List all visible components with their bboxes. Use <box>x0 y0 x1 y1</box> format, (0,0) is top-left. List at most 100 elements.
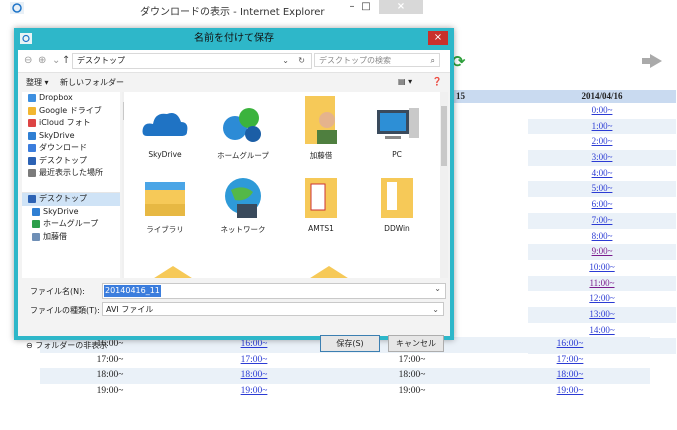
column-header-prev: 15 <box>454 90 530 103</box>
time-slot-link[interactable]: 18:00~ <box>557 370 584 380</box>
organize-button[interactable]: 整理 ▾ <box>26 77 49 88</box>
back-arrow-icon[interactable]: ⊖ <box>24 55 32 66</box>
nav-item[interactable]: 加藤借 <box>22 231 120 244</box>
time-slot-link[interactable]: 1:00~ <box>592 121 613 131</box>
search-input[interactable]: デスクトップの検索 ⌕ <box>314 53 440 67</box>
address-refresh-icon[interactable]: ↻ <box>298 54 305 68</box>
table-row: 19:00~ 19:00~ 19:00~ 19:00~ <box>40 384 650 400</box>
browser-close-button[interactable]: × <box>379 0 423 14</box>
nav-item-label: 最近表示した場所 <box>39 168 103 177</box>
file-view: SkyDrive ホームグループ 加藤借 PC ライブラリ ネットワーク AMT… <box>124 92 444 278</box>
nav-item[interactable]: SkyDrive <box>22 206 120 219</box>
cancel-button[interactable]: キャンセル <box>388 335 444 352</box>
column-header-date: 2014/04/16 <box>528 90 676 103</box>
dialog-close-button[interactable]: × <box>428 31 448 45</box>
table-cell: 19:00~ <box>496 384 644 400</box>
filename-input[interactable]: 20140416_11 ⌄ <box>102 283 446 299</box>
time-slot: 4:00~ <box>528 166 676 182</box>
time-slot-link[interactable]: 14:00~ <box>589 325 614 335</box>
nav-item[interactable]: ダウンロード <box>22 142 120 155</box>
time-slot-link[interactable]: 4:00~ <box>592 168 613 178</box>
refresh-icon[interactable]: ⟳ <box>452 52 465 71</box>
save-button[interactable]: 保存(S) <box>320 335 380 352</box>
view-options-icon[interactable]: ▤ ▾ <box>398 77 412 86</box>
filetype-label: ファイルの種類(T): <box>30 306 100 315</box>
nav-item-icon <box>32 220 40 229</box>
time-slot-link[interactable]: 9:00~ <box>592 246 613 256</box>
file-tile[interactable]: DDWin <box>362 174 432 233</box>
nav-item-label: Google ドライブ <box>39 105 102 115</box>
time-slot: 8:00~ <box>528 229 676 245</box>
forward-arrow-icon[interactable]: ⊕ <box>38 55 46 66</box>
file-tile[interactable]: AMTS1 <box>286 174 356 233</box>
help-icon[interactable]: ❓ <box>432 77 442 86</box>
time-slot-list: 0:00~ 1:00~ 2:00~ 3:00~ 4:00~ 5:00~ 6:00~ 7:00~… <box>528 103 676 354</box>
nav-item[interactable]: ホームグループ <box>22 218 120 231</box>
file-view-scroll-thumb[interactable] <box>441 106 447 166</box>
user-folder-icon <box>305 96 337 144</box>
nav-item[interactable]: Dropbox <box>22 92 120 105</box>
time-slot: 1:00~ <box>528 118 676 135</box>
file-tile[interactable] <box>294 260 364 278</box>
time-slot-link[interactable]: 16:00~ <box>557 339 584 349</box>
time-slot-link[interactable]: 5:00~ <box>592 183 613 193</box>
file-tile[interactable]: PC <box>362 100 432 159</box>
file-tile[interactable]: 加藤借 <box>286 92 356 161</box>
file-label: ライブラリ <box>146 225 184 234</box>
skydrive-icon <box>142 113 188 136</box>
search-icon[interactable]: ⌕ <box>431 54 435 68</box>
time-slot-link[interactable]: 3:00~ <box>592 152 613 162</box>
nav-item[interactable]: SkyDrive <box>22 130 120 143</box>
nav-item[interactable]: デスクトップ <box>22 155 120 168</box>
hide-folders-toggle[interactable]: ⊖ フォルダーの非表示 <box>26 340 107 351</box>
time-slot-link[interactable]: 17:00~ <box>241 355 268 365</box>
time-slot-link[interactable]: 17:00~ <box>557 355 584 365</box>
filetype-dropdown-icon[interactable]: ⌄ <box>432 303 439 317</box>
nav-item[interactable]: iCloud フォト <box>22 117 120 130</box>
recent-dropdown-icon[interactable]: ⌄ <box>52 55 60 66</box>
file-tile[interactable]: ライブラリ <box>130 174 200 235</box>
filetype-select[interactable]: AVI ファイル ⌄ <box>102 302 444 316</box>
table-cell: 18:00~ <box>496 368 644 384</box>
nav-item[interactable]: 最近表示した場所 <box>22 167 120 180</box>
minimize-button[interactable]: – <box>345 1 359 13</box>
time-slot-link[interactable]: 19:00~ <box>557 386 584 396</box>
address-field[interactable]: デスクトップ ⌄ ↻ <box>72 53 312 69</box>
nav-item-icon <box>32 232 40 241</box>
filename-value: 20140416_11 <box>104 285 161 297</box>
address-dropdown-icon[interactable]: ⌄ <box>282 54 289 68</box>
time-slot-link[interactable]: 7:00~ <box>592 215 613 225</box>
nav-item[interactable]: Google ドライブ <box>22 105 120 118</box>
time-slot-link[interactable]: 13:00~ <box>589 309 614 319</box>
time-slot-link[interactable]: 10:00~ <box>589 262 614 272</box>
nav-item-icon <box>28 106 36 115</box>
next-arrow-icon[interactable] <box>642 54 662 68</box>
time-slot-link[interactable]: 19:00~ <box>241 386 268 396</box>
new-folder-button[interactable]: 新しいフォルダー <box>60 77 124 88</box>
file-tile[interactable]: ホームグループ <box>208 100 278 161</box>
table-cell: 19:00~ <box>96 385 124 396</box>
file-tile[interactable]: SkyDrive <box>130 100 200 159</box>
time-slot-link[interactable]: 16:00~ <box>241 339 268 349</box>
nav-item-icon <box>28 119 36 128</box>
file-view-scrollbar[interactable] <box>440 92 448 278</box>
file-label: ネットワーク <box>220 225 266 234</box>
time-slot-link[interactable]: 12:00~ <box>589 293 614 303</box>
filename-dropdown-icon[interactable]: ⌄ <box>434 284 441 293</box>
time-slot-link[interactable]: 2:00~ <box>592 136 613 146</box>
time-slot: 11:00~ <box>528 275 676 292</box>
up-arrow-icon[interactable]: ↑ <box>62 55 70 66</box>
nav-item-icon <box>28 195 36 204</box>
time-slot-link[interactable]: 18:00~ <box>241 370 268 380</box>
file-label: SkyDrive <box>148 150 182 159</box>
time-slot-link[interactable]: 11:00~ <box>589 278 614 288</box>
file-tile[interactable] <box>138 260 208 278</box>
time-slot-link[interactable]: 0:00~ <box>592 105 613 115</box>
time-slot-link[interactable]: 6:00~ <box>592 199 613 209</box>
nav-item-icon <box>32 207 40 216</box>
time-slot-link[interactable]: 8:00~ <box>592 231 613 241</box>
search-placeholder: デスクトップの検索 <box>319 56 391 65</box>
file-tile[interactable]: ネットワーク <box>208 174 278 235</box>
maximize-button[interactable]: □ <box>359 1 373 13</box>
nav-item[interactable]: デスクトップ <box>22 193 120 206</box>
